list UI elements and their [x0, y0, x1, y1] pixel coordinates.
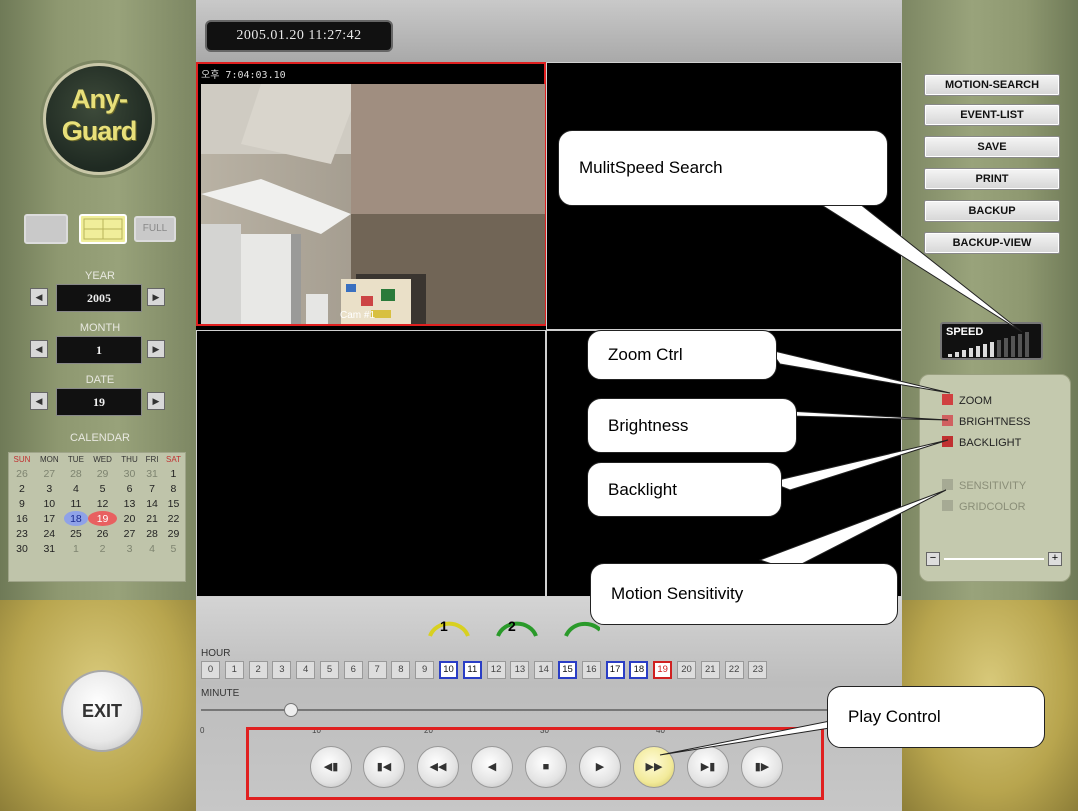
callout-backlight: Backlight: [587, 462, 782, 517]
callout-play-control: Play Control: [827, 686, 1045, 748]
callout-multispeed-search: MulitSpeed Search: [558, 130, 888, 206]
callout-brightness: Brightness: [587, 398, 797, 453]
callout-motion-sensitivity: Motion Sensitivity: [590, 563, 898, 625]
callout-zoom-ctrl: Zoom Ctrl: [587, 330, 777, 380]
